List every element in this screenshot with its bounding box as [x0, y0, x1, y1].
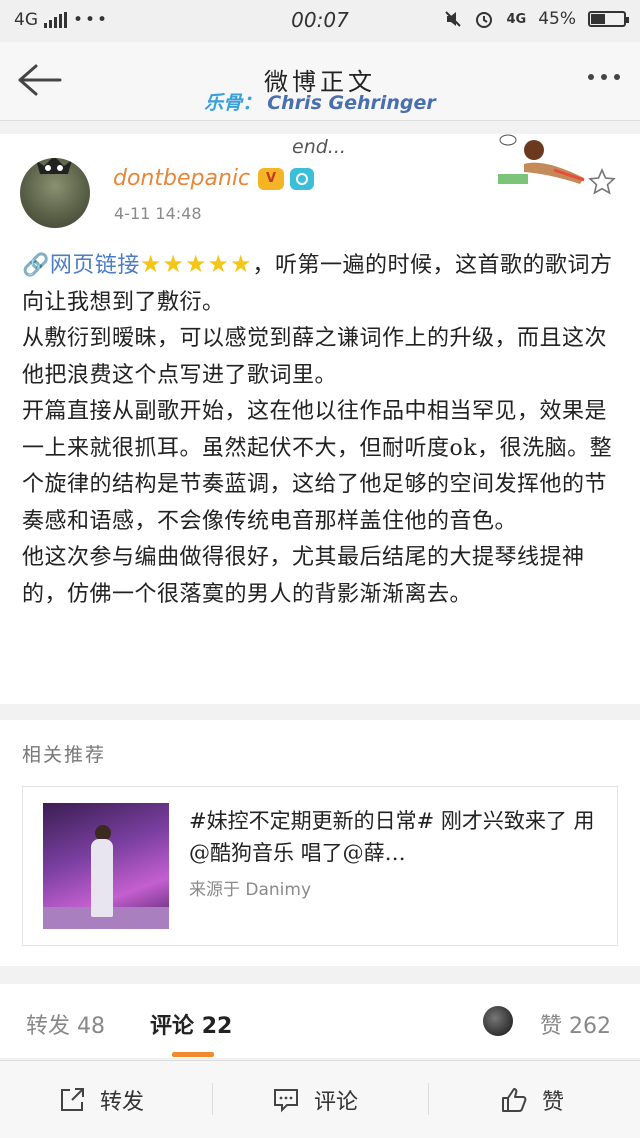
- tab-reposts-count: 48: [77, 1014, 106, 1039]
- recommendation-source: 来源于 Danimy: [189, 880, 312, 900]
- post-card: end... dontbepanic V 4-11 14:48 🔗网页链接★★★…: [0, 134, 640, 704]
- page-subtitle: 乐骨： Chris Gehringer: [0, 88, 640, 115]
- post-paragraph-4: 他这次参与编曲做得很好，尤其最后结尾的大提琴线提神的，仿佛一个很落寞的男人的背影…: [22, 545, 585, 607]
- comment-label: 评论: [314, 1089, 359, 1115]
- tab-reposts-label: 转发: [26, 1014, 71, 1039]
- camera-badge-icon[interactable]: [290, 168, 314, 190]
- username[interactable]: dontbepanic: [113, 166, 250, 191]
- toolbar-divider: [212, 1083, 213, 1115]
- status-bar: 4G ••• 00:07 4G 45%: [0, 0, 640, 42]
- engagement-tabs: 转发 48 评论 22 赞 262: [0, 984, 640, 1058]
- status-right: 4G 45%: [444, 9, 629, 29]
- recommendation-text[interactable]: #妹控不定期更新的日常# 刚才兴致来了 用@酷狗音乐 唱了@薛…: [189, 805, 599, 869]
- alarm-icon: [476, 12, 493, 28]
- tab-comments-label: 评论: [150, 1014, 195, 1039]
- active-tab-indicator: [172, 1052, 214, 1057]
- recommendation-card[interactable]: #妹控不定期更新的日常# 刚才兴致来了 用@酷狗音乐 唱了@薛… 来源于 Dan…: [22, 786, 618, 946]
- related-title: 相关推荐: [22, 744, 107, 766]
- repost-button[interactable]: 转发: [58, 1061, 144, 1138]
- thumbs-up-icon: [502, 1087, 527, 1112]
- network-right-label: 4G: [506, 11, 527, 27]
- web-link[interactable]: 🔗网页链接: [22, 253, 140, 278]
- like-label: 赞: [542, 1089, 565, 1115]
- avatar[interactable]: [20, 158, 90, 228]
- reading-girl-icon: [498, 134, 585, 184]
- share-icon: [61, 1087, 84, 1111]
- post-paragraph-2: 从敷衍到暧昧，可以感觉到薛之谦词作上的升级，而且这次他把浪费这个点写进了歌词里。: [22, 326, 608, 388]
- post-timestamp: 4-11 14:48: [114, 204, 202, 223]
- bottom-toolbar: 转发 评论 赞: [0, 1060, 640, 1138]
- battery-percent: 45%: [538, 9, 576, 29]
- mute-icon: [445, 11, 462, 27]
- end-label: end...: [292, 136, 346, 158]
- related-section: 相关推荐 #妹控不定期更新的日常# 刚才兴致来了 用@酷狗音乐 唱了@薛… 来源…: [0, 720, 640, 966]
- battery-icon: [588, 11, 629, 27]
- bat-mask-icon: [36, 158, 72, 174]
- like-button[interactable]: 赞: [500, 1061, 564, 1138]
- tab-comments[interactable]: 评论 22: [150, 1008, 232, 1040]
- tab-comments-count: 22: [201, 1014, 233, 1039]
- subtitle-prefix: 乐骨：: [204, 92, 262, 114]
- nav-bar: 微博正文 乐骨： Chris Gehringer: [0, 42, 640, 121]
- post-paragraph-3: 开篇直接从副歌开始，这在他以往作品中相当罕见，效果是一上来就很抓耳。虽然起伏不大…: [22, 399, 613, 534]
- vip-icon[interactable]: V: [258, 168, 284, 190]
- toolbar-divider: [428, 1083, 429, 1115]
- tab-likes-count: 262: [569, 1014, 612, 1039]
- more-options-button[interactable]: [588, 74, 620, 80]
- tab-likes[interactable]: 赞 262: [540, 1008, 611, 1040]
- subtitle-name: Chris Gehringer: [267, 92, 436, 114]
- favorite-star-icon[interactable]: [588, 168, 616, 196]
- comment-icon: [274, 1088, 298, 1112]
- repost-label: 转发: [100, 1089, 145, 1115]
- tab-reposts[interactable]: 转发 48: [26, 1008, 105, 1040]
- rating-stars: ★★★★★: [139, 250, 253, 278]
- battery-fill: [591, 14, 606, 24]
- recommendation-thumbnail[interactable]: [43, 803, 169, 929]
- liker-avatar[interactable]: [483, 1006, 513, 1036]
- comment-button[interactable]: 评论: [272, 1061, 358, 1138]
- post-body: 🔗网页链接★★★★★，听第一遍的时候，这首歌的歌词方向让我想到了敷衍。 从敷衍到…: [22, 246, 622, 613]
- tab-likes-label: 赞: [540, 1014, 563, 1039]
